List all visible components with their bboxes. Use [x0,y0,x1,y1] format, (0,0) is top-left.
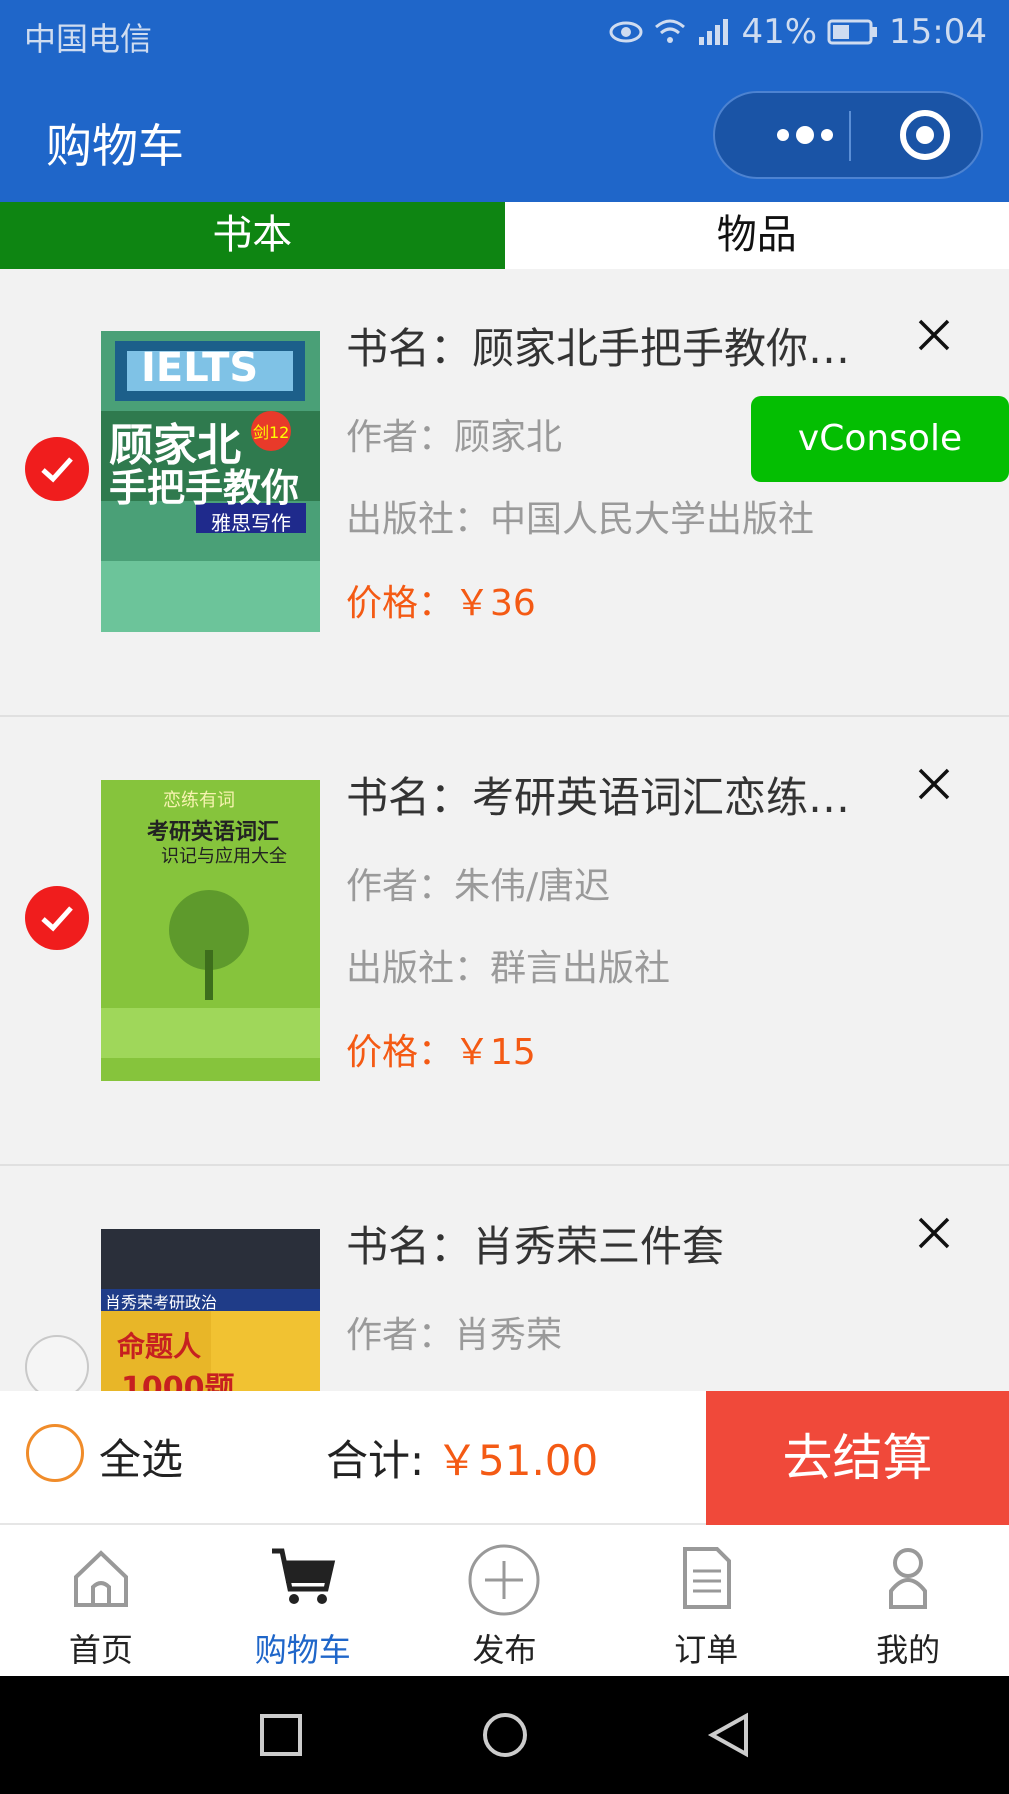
wifi-icon [655,19,686,43]
vconsole-button[interactable]: vConsole [751,396,1009,482]
item-publisher: 出版社：群言出版社 [346,948,671,989]
select-all-checkbox[interactable] [26,1424,84,1482]
book-cover-image[interactable]: IELTS 顾家北 剑12 手把手教你 雅思写作 [101,331,320,632]
page-title: 购物车 [46,119,184,173]
cart-item: 恋练有词 考研英语词汇 识记与应用大全 书名：考研英语词汇恋练… 作者：朱伟/唐… [0,718,1009,1166]
clock: 15:04 [889,12,987,52]
more-dots-icon [777,126,833,144]
remove-item-icon[interactable] [912,313,956,357]
tab-goods[interactable]: 物品 [504,202,1009,269]
status-bar: 中国电信 41% 15:04 [0,0,1009,70]
cover-text: 肖秀荣考研政治 [105,1293,218,1312]
book-cover-image[interactable]: 恋练有词 考研英语词汇 识记与应用大全 [101,780,320,1081]
book-cover-image[interactable]: 肖秀荣考研政治 命题人 1000题 [101,1229,320,1391]
capsule-divider [849,111,851,161]
item-checkbox[interactable] [25,437,89,501]
bottom-tabbar: 首页 购物车 发布 订单 我的 [0,1525,1009,1676]
select-all-label[interactable]: 全选 [99,1426,183,1487]
item-name: 书名：顾家北手把手教你… [346,324,851,373]
battery-percent: 41% [741,12,818,52]
plus-circle-icon [468,1544,540,1616]
cover-text: IELTS [141,345,259,391]
item-author: 作者：朱伟/唐迟 [346,866,611,907]
cover-text: 命题人 [117,1330,202,1363]
checkout-button[interactable]: 去结算 [706,1391,1009,1525]
person-icon [889,1548,928,1609]
cover-text: 识记与应用大全 [161,846,287,867]
item-price: 价格：￥15 [346,1032,536,1073]
total-label: 合计: [326,1436,425,1485]
close-miniprogram-button[interactable] [885,93,965,177]
eye-icon [609,21,643,43]
tabbar-label: 发布 [472,1631,537,1669]
cart-item: 肖秀荣考研政治 命题人 1000题 书名：肖秀荣三件套 作者：肖秀荣 [0,1167,1009,1391]
signal-icon [699,19,729,45]
status-icons: 41% 15:04 [609,12,987,52]
item-info: 书名：肖秀荣三件套 作者：肖秀荣 [346,1219,866,1361]
item-name: 书名：肖秀荣三件套 [346,1222,725,1271]
cover-text: 雅思写作 [211,511,291,535]
tabbar-item-mine[interactable]: 我的 [807,1525,1009,1676]
home-icon [73,1550,128,1607]
item-author: 作者：肖秀荣 [346,1315,563,1356]
tabbar-label: 我的 [876,1631,941,1669]
recent-apps-icon[interactable] [256,1710,306,1760]
tabbar-item-home[interactable]: 首页 [0,1525,202,1676]
item-info: 书名：考研英语词汇恋练… 作者：朱伟/唐迟 出版社：群言出版社 价格：￥15 [346,770,866,1078]
remove-item-icon[interactable] [912,1211,956,1255]
home-button-icon[interactable] [480,1710,530,1760]
document-icon [683,1547,732,1609]
checkmark-icon [41,906,73,932]
item-price: 价格：￥36 [346,583,536,624]
tabbar-item-publish[interactable]: 发布 [404,1525,606,1676]
battery-icon [827,19,878,45]
total-value: ￥51.00 [436,1436,599,1485]
tab-books[interactable]: 书本 [0,202,505,269]
system-navigation-bar [0,1676,1009,1794]
item-checkbox[interactable] [25,1335,89,1391]
cover-text: 剑12 [253,423,290,442]
checkout-bar: 全选 合计: ￥51.00 去结算 [0,1391,1009,1525]
item-name: 书名：考研英语词汇恋练… [346,773,851,822]
item-publisher: 出版社：中国人民大学出版社 [346,499,815,540]
tabbar-item-orders[interactable]: 订单 [605,1525,807,1676]
remove-item-icon[interactable] [912,762,956,806]
tabbar-label: 订单 [674,1631,739,1669]
tabbar-label: 首页 [68,1631,133,1669]
cover-text: 手把手教你 [109,466,300,510]
more-button[interactable] [755,93,855,177]
cart-item: IELTS 顾家北 剑12 手把手教你 雅思写作 书名：顾家北手把手教你… 作者… [0,269,1009,717]
checkmark-icon [41,457,73,483]
miniprogram-capsule [713,91,983,179]
tabbar-item-cart[interactable]: 购物车 [202,1525,404,1676]
cart-icon [271,1548,335,1604]
carrier-label: 中国电信 [24,20,153,58]
target-icon [900,110,950,160]
cover-text: 1000题 [121,1371,235,1391]
cover-text: 恋练有词 [163,790,235,811]
nav-bar: 购物车 [0,70,1009,202]
category-tabs: 书本 物品 [0,202,1009,269]
back-icon[interactable] [704,1710,754,1760]
item-checkbox[interactable] [25,886,89,950]
tabbar-label: 购物车 [254,1631,351,1669]
